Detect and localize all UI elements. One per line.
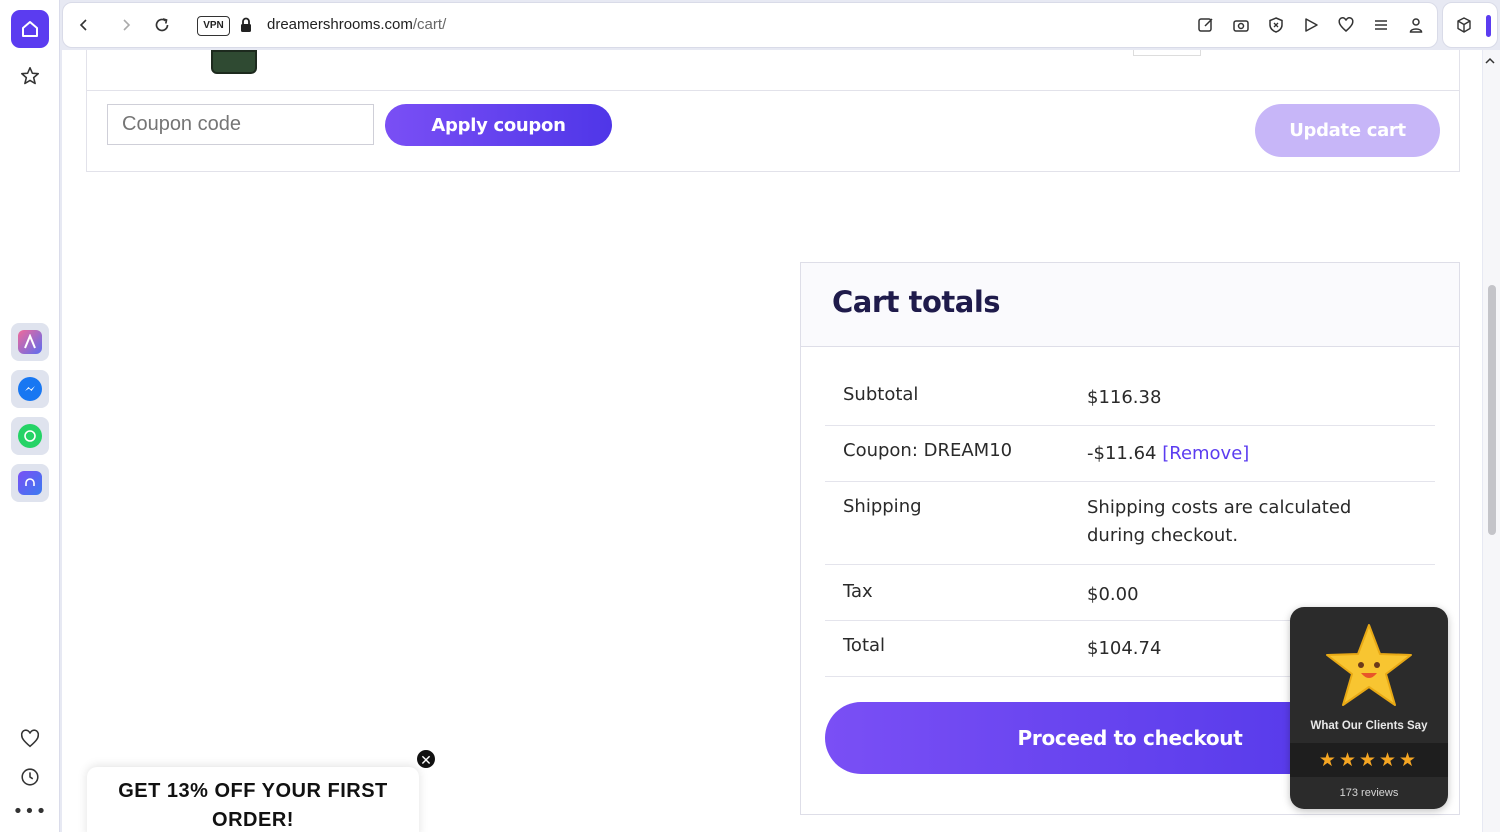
camera-icon[interactable]: [1230, 14, 1252, 36]
row-label: Shipping: [843, 496, 922, 517]
lock-icon[interactable]: [239, 16, 253, 34]
cart-totals-header: Cart totals: [801, 263, 1459, 347]
messenger-icon[interactable]: [11, 370, 49, 408]
whatsapp-icon[interactable]: [11, 417, 49, 455]
page-content: Apply coupon Update cart Cart totals Sub…: [62, 50, 1482, 832]
reviews-widget[interactable]: What Our Clients Say ★★★★★ 173 reviews: [1290, 607, 1448, 809]
menu-icon[interactable]: [1370, 14, 1392, 36]
reload-icon[interactable]: [150, 13, 174, 37]
close-icon[interactable]: ✕: [415, 748, 437, 770]
promo-text: GET 13% OFF YOUR FIRST ORDER!: [118, 780, 388, 831]
sidebar-toggle[interactable]: [1486, 15, 1491, 37]
shield-icon[interactable]: [1265, 14, 1287, 36]
cart-table-edge: [86, 50, 1460, 90]
url-domain: dreamershrooms.com: [267, 16, 413, 33]
review-count: 173 reviews: [1339, 787, 1399, 799]
quantity-field[interactable]: [1133, 50, 1201, 56]
row-label: Coupon: DREAM10: [843, 440, 1013, 461]
discount-promo-popup[interactable]: GET 13% OFF YOUR FIRST ORDER!: [87, 767, 419, 832]
row-value: Shipping costs are calculated during che…: [1087, 497, 1352, 546]
home-icon[interactable]: [11, 10, 49, 48]
more-icon[interactable]: •••: [12, 800, 48, 824]
coupon-actions-row: Apply coupon Update cart: [86, 90, 1460, 172]
cart-totals-title: Cart totals: [832, 285, 1001, 319]
aria-app-icon[interactable]: [11, 323, 49, 361]
address-bar: VPN dreamershrooms.com/cart/: [62, 2, 1438, 48]
player-icon[interactable]: [11, 464, 49, 502]
row-label: Tax: [843, 581, 873, 602]
smiling-star-icon: [1324, 621, 1414, 711]
row-value: $116.38: [1087, 387, 1162, 408]
apply-coupon-button[interactable]: Apply coupon: [385, 104, 612, 146]
star-icon[interactable]: [12, 58, 48, 94]
row-value: -$11.64 [Remove]: [1087, 440, 1407, 468]
extensions-panel: [1442, 2, 1498, 48]
coupon-discount: -$11.64: [1087, 443, 1157, 464]
toolbar-icons: [1195, 14, 1427, 36]
totals-row-subtotal: Subtotal $116.38: [825, 370, 1435, 426]
heart-icon[interactable]: [12, 721, 48, 757]
send-icon[interactable]: [1300, 14, 1322, 36]
profile-icon[interactable]: [1405, 14, 1427, 36]
browser-sidebar: •••: [0, 0, 60, 832]
history-icon[interactable]: [12, 759, 48, 795]
forward-icon[interactable]: [114, 13, 138, 37]
url-path: /cart/: [412, 16, 447, 33]
heart-icon[interactable]: [1335, 14, 1357, 36]
url-field[interactable]: dreamershrooms.com/cart/: [267, 16, 446, 33]
vpn-badge[interactable]: VPN: [197, 16, 230, 36]
totals-row-shipping: Shipping Shipping costs are calculated d…: [825, 482, 1435, 565]
row-label: Subtotal: [843, 384, 919, 405]
row-value: $0.00: [1087, 584, 1139, 605]
reviews-title: What Our Clients Say: [1310, 720, 1428, 732]
back-icon[interactable]: [72, 13, 96, 37]
coupon-code-input[interactable]: [107, 104, 374, 145]
row-label: Total: [843, 635, 886, 656]
scrollbar-thumb[interactable]: [1488, 285, 1496, 535]
update-cart-button[interactable]: Update cart: [1255, 104, 1440, 157]
rating-stars: ★★★★★: [1290, 743, 1448, 777]
remove-coupon-link[interactable]: [Remove]: [1162, 443, 1249, 464]
product-thumbnail[interactable]: [211, 50, 257, 74]
cube-icon[interactable]: [1455, 16, 1473, 38]
totals-row-coupon: Coupon: DREAM10 -$11.64 [Remove]: [825, 426, 1435, 482]
scroll-up-icon[interactable]: [1485, 54, 1495, 68]
edit-icon[interactable]: [1195, 14, 1217, 36]
